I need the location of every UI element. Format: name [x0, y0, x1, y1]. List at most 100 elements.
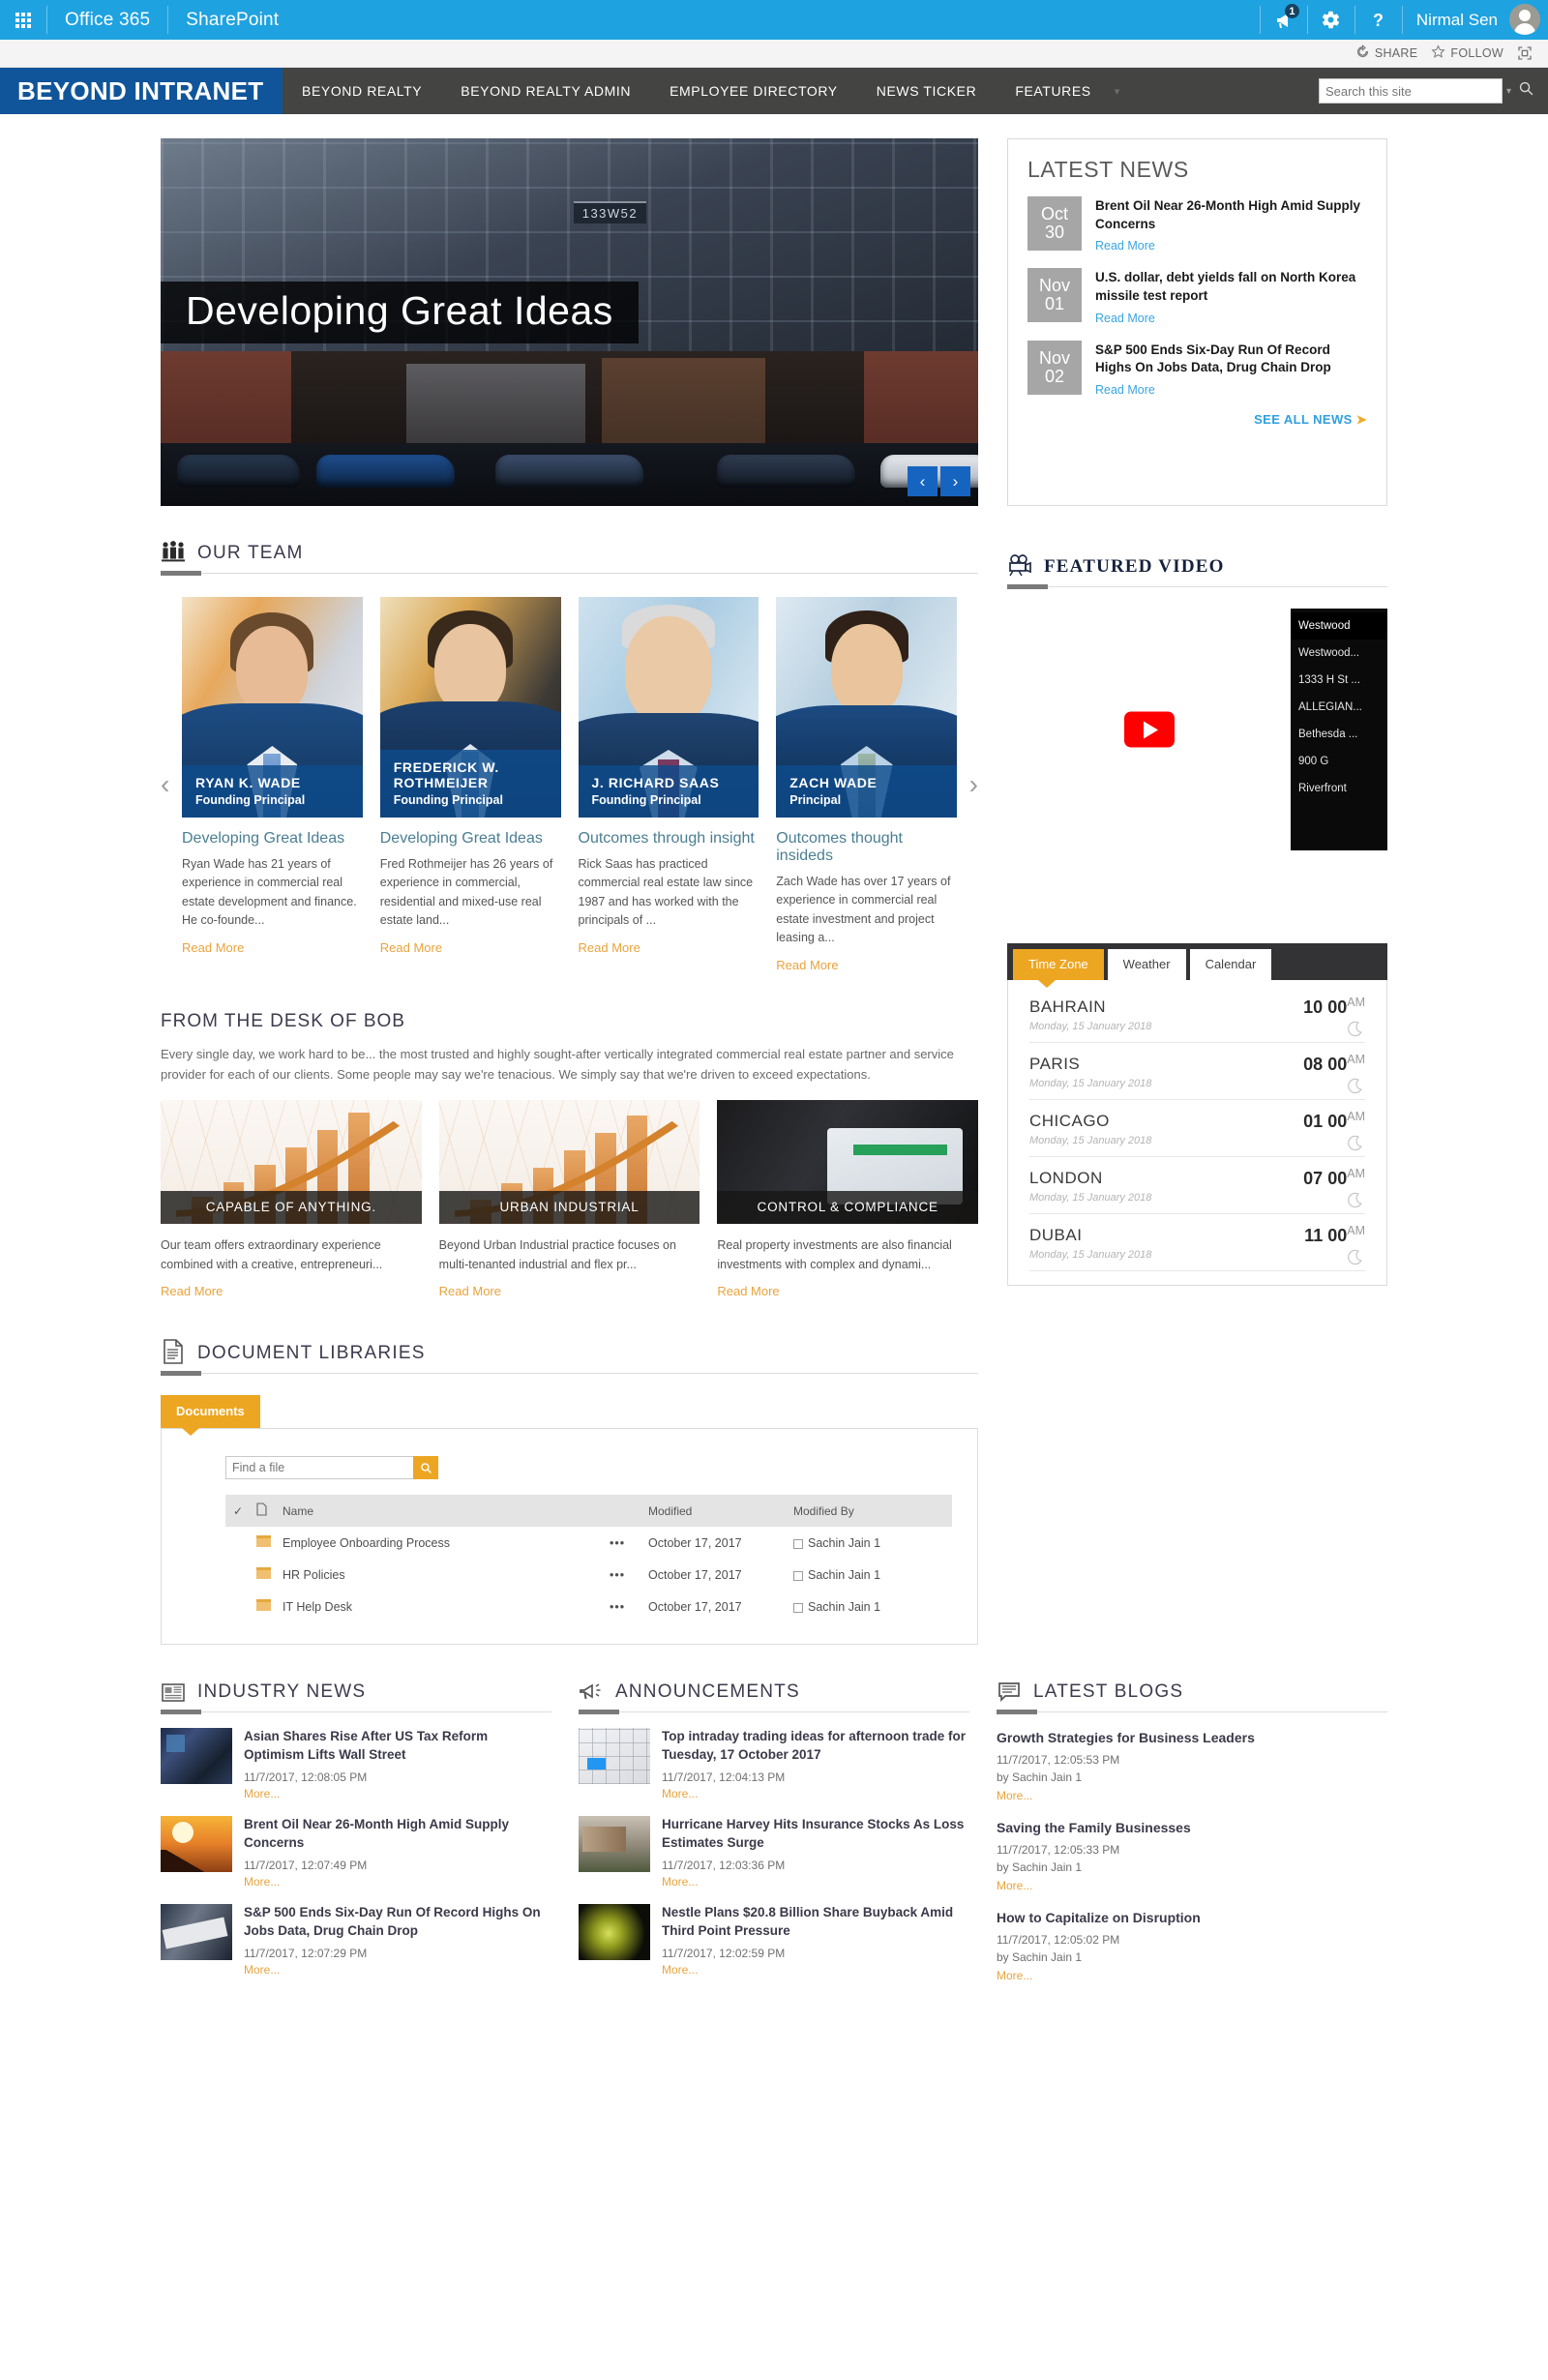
news-headline[interactable]: Brent Oil Near 26-Month High Amid Supply… [1095, 197, 1367, 233]
sharepoint-link[interactable]: SharePoint [168, 0, 296, 40]
tab-calendar[interactable]: Calendar [1189, 949, 1272, 980]
blog-more-link[interactable]: More... [997, 1789, 1387, 1802]
playlist-item[interactable]: Westwood... [1291, 640, 1387, 667]
table-row[interactable]: HR Policies ••• October 17, 2017 Sachin … [225, 1559, 952, 1591]
team-read-more-link[interactable]: Read More [182, 940, 363, 955]
nav-item-employee-directory[interactable]: EMPLOYEE DIRECTORY [650, 68, 857, 114]
search-scope-chevron-down-icon[interactable]: ▾ [1506, 86, 1511, 97]
playlist-item[interactable]: Riverfront [1291, 775, 1387, 802]
list-item[interactable]: Growth Strategies for Business Leaders 1… [997, 1730, 1387, 1802]
column-header-modified[interactable]: Modified [642, 1495, 788, 1528]
nav-item-features[interactable]: FEATURES [996, 68, 1110, 114]
featured-video-player[interactable]: Westwood Westwood... 1333 H St ... ALLEG… [1007, 609, 1387, 850]
playlist-item[interactable]: Westwood [1291, 612, 1387, 640]
column-header-name[interactable]: Name [277, 1495, 604, 1528]
row-actions-ellipsis[interactable]: ••• [604, 1527, 642, 1559]
document-name[interactable]: Employee Onboarding Process [277, 1527, 604, 1559]
blog-headline[interactable]: Saving the Family Businesses [997, 1820, 1387, 1835]
list-item[interactable]: S&P 500 Ends Six-Day Run Of Record Highs… [161, 1903, 551, 1977]
desk-card-read-more-link[interactable]: Read More [439, 1284, 700, 1298]
nav-item-beyond-realty-admin[interactable]: BEYOND REALTY ADMIN [441, 68, 650, 114]
list-item[interactable]: Nestle Plans $20.8 Billion Share Buyback… [579, 1903, 969, 1977]
team-member-heading[interactable]: Developing Great Ideas [380, 830, 561, 848]
file-type-icon[interactable] [251, 1495, 277, 1528]
team-card[interactable]: FREDERICK W. ROTHMEIJER Founding Princip… [379, 597, 561, 972]
nav-item-news-ticker[interactable]: NEWS TICKER [857, 68, 997, 114]
hero-carousel[interactable]: 133W52 Developing Great Ideas ‹ › [161, 138, 978, 506]
team-card[interactable]: RYAN K. WADE Founding Principal Developi… [182, 597, 363, 972]
news-item[interactable]: Oct 30 Brent Oil Near 26-Month High Amid… [1027, 196, 1367, 253]
tab-documents[interactable]: Documents [161, 1395, 260, 1437]
team-next-button[interactable]: › [969, 769, 978, 800]
news-headline[interactable]: S&P 500 Ends Six-Day Run Of Record Highs… [244, 1904, 551, 1941]
announcement-headline[interactable]: Nestle Plans $20.8 Billion Share Buyback… [662, 1904, 969, 1941]
table-row[interactable]: IT Help Desk ••• October 17, 2017 Sachin… [225, 1591, 952, 1622]
app-launcher-icon[interactable] [0, 0, 46, 40]
row-actions-ellipsis[interactable]: ••• [604, 1559, 642, 1591]
list-item[interactable]: Hurricane Harvey Hits Insurance Stocks A… [579, 1816, 969, 1889]
news-more-link[interactable]: More... [244, 1787, 551, 1800]
user-name[interactable]: Nirmal Sen [1403, 0, 1507, 40]
youtube-play-icon[interactable] [1123, 711, 1175, 748]
search-magnifier-icon[interactable] [413, 1456, 438, 1480]
playlist-item[interactable]: ALLEGIAN... [1291, 694, 1387, 721]
team-card[interactable]: J. RICHARD SAAS Founding Principal Outco… [578, 597, 759, 972]
list-item[interactable]: Top intraday trading ideas for afternoon… [579, 1728, 969, 1800]
announcement-headline[interactable]: Top intraday trading ideas for afternoon… [662, 1728, 969, 1765]
see-all-news-link[interactable]: SEE ALL NEWS ➤ [1027, 412, 1367, 428]
blog-headline[interactable]: Growth Strategies for Business Leaders [997, 1730, 1387, 1745]
playlist-item[interactable]: Bethesda ... [1291, 721, 1387, 748]
desk-card[interactable]: URBAN INDUSTRIAL Beyond Urban Industrial… [438, 1100, 700, 1298]
site-brand-title[interactable]: BEYOND INTRANET [0, 68, 283, 114]
column-header-modified-by[interactable]: Modified By [788, 1495, 952, 1528]
document-name[interactable]: HR Policies [277, 1559, 604, 1591]
gear-icon[interactable] [1308, 0, 1354, 40]
desk-card-read-more-link[interactable]: Read More [717, 1284, 978, 1298]
list-item[interactable]: Brent Oil Near 26-Month High Amid Supply… [161, 1816, 551, 1889]
focus-on-content-icon[interactable] [1517, 45, 1533, 61]
hero-next-button[interactable]: › [940, 466, 970, 496]
office365-link[interactable]: Office 365 [47, 0, 167, 40]
list-item[interactable]: Asian Shares Rise After US Tax Reform Op… [161, 1728, 551, 1800]
news-headline[interactable]: S&P 500 Ends Six-Day Run Of Record Highs… [1095, 342, 1367, 377]
blog-more-link[interactable]: More... [997, 1969, 1387, 1982]
list-item[interactable]: How to Capitalize on Disruption 11/7/201… [997, 1910, 1387, 1982]
document-name[interactable]: IT Help Desk [277, 1591, 604, 1622]
news-headline[interactable]: Brent Oil Near 26-Month High Amid Supply… [244, 1816, 551, 1853]
team-read-more-link[interactable]: Read More [579, 940, 759, 955]
share-button[interactable]: SHARE [1355, 44, 1418, 62]
news-read-more-link[interactable]: Read More [1095, 383, 1367, 397]
news-item[interactable]: Nov 02 S&P 500 Ends Six-Day Run Of Recor… [1027, 340, 1367, 397]
news-more-link[interactable]: More... [244, 1875, 551, 1889]
team-read-more-link[interactable]: Read More [776, 958, 957, 972]
news-read-more-link[interactable]: Read More [1095, 239, 1367, 253]
desk-card[interactable]: CAPABLE OF ANYTHING. Our team offers ext… [161, 1100, 422, 1298]
question-mark-icon[interactable]: ? [1355, 0, 1402, 40]
desk-card[interactable]: CONTROL & COMPLIANCE Real property inves… [717, 1100, 979, 1298]
row-actions-ellipsis[interactable]: ••• [604, 1591, 642, 1622]
video-stage[interactable] [1007, 609, 1291, 850]
playlist-item[interactable]: 1333 H St ... [1291, 667, 1387, 694]
playlist-item[interactable]: 900 G [1291, 748, 1387, 775]
tab-time-zone[interactable]: Time Zone [1013, 949, 1104, 988]
announcement-more-link[interactable]: More... [662, 1963, 969, 1977]
table-row[interactable]: Employee Onboarding Process ••• October … [225, 1527, 952, 1559]
news-read-more-link[interactable]: Read More [1095, 312, 1367, 325]
select-all-checkmark-icon[interactable]: ✓ [225, 1495, 251, 1528]
list-item[interactable]: Saving the Family Businesses 11/7/2017, … [997, 1820, 1387, 1892]
team-read-more-link[interactable]: Read More [380, 940, 561, 955]
news-headline[interactable]: U.S. dollar, debt yields fall on North K… [1095, 269, 1367, 305]
blog-headline[interactable]: How to Capitalize on Disruption [997, 1910, 1387, 1925]
user-avatar-icon[interactable] [1509, 4, 1540, 35]
hero-prev-button[interactable]: ‹ [908, 466, 938, 496]
news-item[interactable]: Nov 01 U.S. dollar, debt yields fall on … [1027, 268, 1367, 325]
team-member-heading[interactable]: Developing Great Ideas [182, 830, 363, 848]
team-prev-button[interactable]: ‹ [161, 769, 169, 800]
blog-more-link[interactable]: More... [997, 1879, 1387, 1892]
team-member-heading[interactable]: Outcomes through insight [579, 830, 759, 848]
find-a-file-input[interactable] [225, 1456, 413, 1480]
follow-button[interactable]: FOLLOW [1431, 45, 1503, 62]
notification-megaphone-icon[interactable]: 1 [1261, 0, 1307, 40]
announcement-more-link[interactable]: More... [662, 1875, 969, 1889]
news-more-link[interactable]: More... [244, 1963, 551, 1977]
